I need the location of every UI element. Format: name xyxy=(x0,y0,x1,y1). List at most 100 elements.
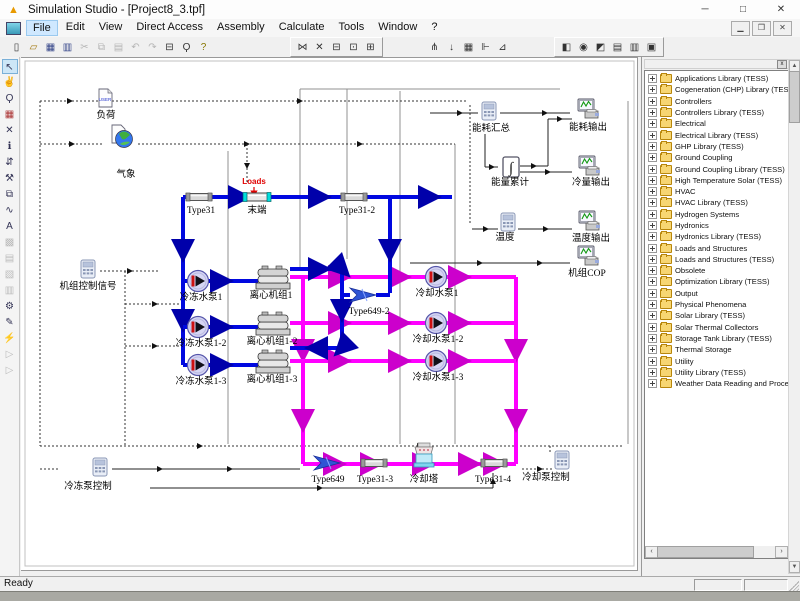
open-folder-icon[interactable]: ▱ xyxy=(26,40,41,55)
expand-icon[interactable] xyxy=(648,85,657,94)
library-item-cogeneration-chp-library-tess[interactable]: Cogeneration (CHP) Library (TESS) xyxy=(645,84,788,95)
menu-window[interactable]: Window xyxy=(372,20,423,36)
schematic-canvas[interactable]: ∫ xyxy=(21,57,638,571)
frame-tool-4[interactable]: ▥ xyxy=(2,283,18,298)
minimize-button[interactable]: ─ xyxy=(686,0,724,19)
component-chw-pump-1-3[interactable] xyxy=(188,355,209,376)
library-item-hydrogen-systems[interactable]: Hydrogen Systems xyxy=(645,209,788,220)
library-item-electrical-library-tess[interactable]: Electrical Library (TESS) xyxy=(645,129,788,140)
label-type31-2[interactable]: Type31-2 xyxy=(339,206,375,216)
label-cw-pump-1-2[interactable]: 冷却水泵1-2 xyxy=(413,335,464,345)
label-chw-pump-1-3[interactable]: 冷冻水泵1-3 xyxy=(176,377,227,387)
library-item-storage-tank-library-tess[interactable]: Storage Tank Library (TESS) xyxy=(645,333,788,344)
library-hscrollbar[interactable]: ‹ › xyxy=(645,546,788,558)
expand-icon[interactable] xyxy=(648,300,657,309)
expand-icon[interactable] xyxy=(648,119,657,128)
library-vscrollbar[interactable]: ▲ ▼ xyxy=(788,59,800,574)
expand-icon[interactable] xyxy=(648,357,657,366)
component-cop-output-printer[interactable] xyxy=(578,246,599,265)
expand-icon[interactable] xyxy=(648,176,657,185)
scroll-right-icon[interactable]: › xyxy=(775,546,788,558)
sheet-3-icon[interactable]: ▣ xyxy=(644,40,659,55)
expand-icon[interactable] xyxy=(648,165,657,174)
frame-tool-1[interactable]: ▩ xyxy=(2,235,18,250)
label-temperature[interactable]: 温度 xyxy=(495,233,514,243)
play-tool-1[interactable]: ▷ xyxy=(2,347,18,362)
expand-icon[interactable] xyxy=(648,210,657,219)
order-tool[interactable]: ⇵ xyxy=(2,155,18,170)
library-item-utility-library-tess[interactable]: Utility Library (TESS) xyxy=(645,367,788,378)
expand-icon[interactable] xyxy=(648,289,657,298)
library-item-hydronics[interactable]: Hydronics xyxy=(645,220,788,231)
expand-icon[interactable] xyxy=(648,74,657,83)
expand-icon[interactable] xyxy=(648,108,657,117)
library-item-loads-and-structures[interactable]: Loads and Structures xyxy=(645,242,788,253)
menu-edit[interactable]: Edit xyxy=(60,20,91,36)
zoom-out-icon[interactable]: ⊟ xyxy=(329,40,344,55)
label-type31-4[interactable]: Type31-4 xyxy=(475,475,511,485)
frame-tool-3[interactable]: ▧ xyxy=(2,267,18,282)
label-energy-output[interactable]: 能耗输出 xyxy=(569,123,607,133)
library-item-applications-library-tess[interactable]: Applications Library (TESS) xyxy=(645,73,788,84)
resize-grip[interactable] xyxy=(789,581,799,591)
palette-tool[interactable]: ▦ xyxy=(2,107,18,122)
menu-view[interactable]: View xyxy=(93,20,129,36)
menu-assembly[interactable]: Assembly xyxy=(211,20,271,36)
label-chw-pump-1[interactable]: 冷冻水泵1 xyxy=(180,293,223,303)
library-item-high-temperature-solar-tess[interactable]: High Temperature Solar (TESS) xyxy=(645,175,788,186)
mdi-close-button[interactable]: ✕ xyxy=(773,21,792,36)
expand-icon[interactable] xyxy=(648,187,657,196)
component-chw-pump-1-2[interactable] xyxy=(188,317,209,338)
maximize-button[interactable]: □ xyxy=(724,0,762,19)
library-item-ground-coupling-library-tess[interactable]: Ground Coupling Library (TESS) xyxy=(645,163,788,174)
vscroll-thumb[interactable] xyxy=(789,71,800,123)
library-item-weather-data-reading-and-process[interactable]: Weather Data Reading and Process xyxy=(645,378,788,389)
mdi-minimize-button[interactable]: ▁ xyxy=(731,21,750,36)
expand-icon[interactable] xyxy=(648,345,657,354)
expand-icon[interactable] xyxy=(648,153,657,162)
probe-icon[interactable]: ⊩ xyxy=(478,40,493,55)
select-tool[interactable]: ↖ xyxy=(2,59,18,74)
component-load-file[interactable]: USER xyxy=(99,89,112,107)
hscroll-thumb[interactable] xyxy=(657,546,754,558)
library-item-optimization-library-tess[interactable]: Optimization Library (TESS) xyxy=(645,276,788,287)
print-icon[interactable]: ⊟ xyxy=(162,40,177,55)
new-icon[interactable]: ▯ xyxy=(9,40,24,55)
library-item-physical-phenomena[interactable]: Physical Phenomena xyxy=(645,299,788,310)
library-item-utility[interactable]: Utility xyxy=(645,355,788,366)
label-type649-2[interactable]: Type649-2 xyxy=(348,307,389,317)
component-type31-pipe[interactable] xyxy=(186,193,212,201)
label-cw-pump-1[interactable]: 冷却水泵1 xyxy=(416,289,459,299)
sheet-1-icon[interactable]: ▤ xyxy=(610,40,625,55)
component-energy-integrator[interactable] xyxy=(503,157,519,177)
pen-tool[interactable]: ✎ xyxy=(2,315,18,330)
save-icon[interactable]: ▦ xyxy=(43,40,58,55)
library-item-loads-and-structures-tess[interactable]: Loads and Structures (TESS) xyxy=(645,254,788,265)
library-item-hydronics-library-tess[interactable]: Hydronics Library (TESS) xyxy=(645,231,788,242)
layer-3-icon[interactable]: ◩ xyxy=(593,40,608,55)
cut-icon[interactable]: ✂ xyxy=(77,40,92,55)
expand-icon[interactable] xyxy=(648,221,657,230)
expand-icon[interactable] xyxy=(648,142,657,151)
expand-icon[interactable] xyxy=(648,379,657,388)
label-energy-integrator[interactable]: 能量累计 xyxy=(491,178,529,188)
expand-icon[interactable] xyxy=(648,131,657,140)
label-unit-cop[interactable]: 机组COP xyxy=(568,269,605,279)
expand-icon[interactable] xyxy=(648,334,657,343)
component-temperature-calculator[interactable] xyxy=(501,213,515,231)
menu-tools[interactable]: Tools xyxy=(333,20,371,36)
component-type31-3-pipe[interactable] xyxy=(361,459,387,467)
zoom-page-icon[interactable]: ⊡ xyxy=(346,40,361,55)
component-type31-2-pipe[interactable] xyxy=(341,193,367,201)
label-type31-3[interactable]: Type31-3 xyxy=(357,475,393,485)
settings-tool[interactable]: ⚙ xyxy=(2,299,18,314)
link-tool[interactable]: ∿ xyxy=(2,203,18,218)
zoom-x-icon[interactable]: ✕ xyxy=(312,40,327,55)
expand-icon[interactable] xyxy=(648,244,657,253)
slope-icon[interactable]: ⊿ xyxy=(495,40,510,55)
label-type31[interactable]: Type31 xyxy=(187,206,215,216)
close-button[interactable]: ✕ xyxy=(762,0,800,19)
mdi-restore-button[interactable]: ❒ xyxy=(752,21,771,36)
expand-icon[interactable] xyxy=(648,97,657,106)
tree-view-icon[interactable]: ⋔ xyxy=(427,40,442,55)
